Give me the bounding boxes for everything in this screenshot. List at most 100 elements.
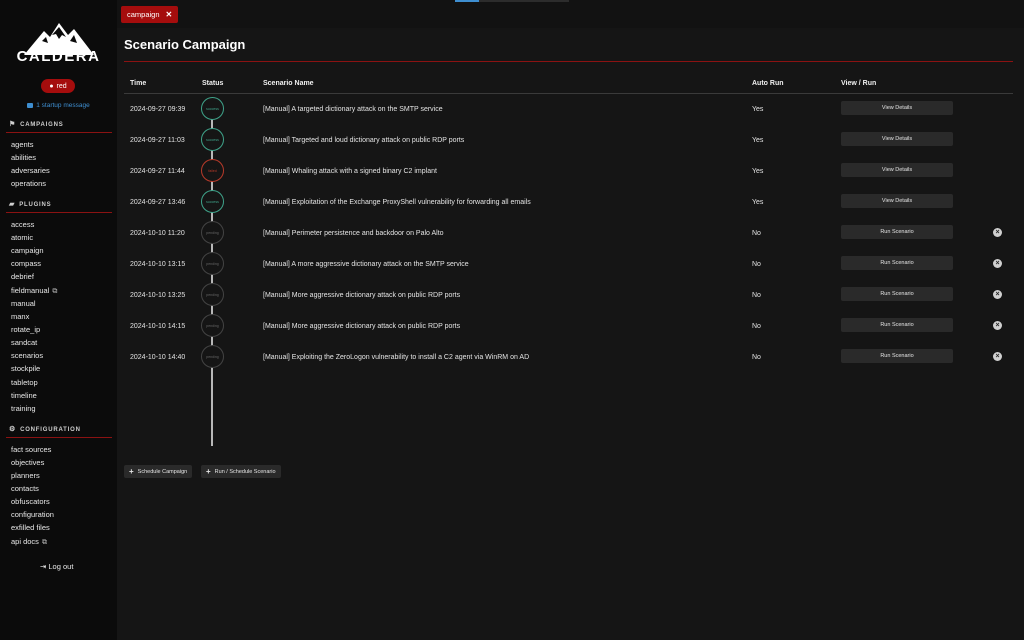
campaigns-header-label: CAMPAIGNS <box>20 122 64 128</box>
sidebar-item-adversaries[interactable]: adversaries <box>11 165 50 177</box>
row-time: 2024-10-10 14:40 <box>130 354 186 361</box>
tab-campaign[interactable]: campaign ✕ <box>121 6 179 23</box>
table-row: 2024-10-10 11:20 pending [Manual] Perimete… <box>124 218 1013 249</box>
status-indicator: failed <box>201 159 224 182</box>
startup-message-link[interactable]: 1 startup message <box>0 102 117 109</box>
sidebar-item-scenarios[interactable]: scenarios <box>11 350 43 362</box>
row-scenario-name: [Manual] Whaling attack with a signed bi… <box>263 168 437 175</box>
delete-icon[interactable]: × <box>993 321 1002 330</box>
row-auto-run: Yes <box>752 137 764 144</box>
row-time: 2024-10-10 14:15 <box>130 323 186 330</box>
row-time: 2024-09-27 09:39 <box>130 106 186 113</box>
close-icon[interactable]: ✕ <box>166 10 173 19</box>
sidebar-item-compass[interactable]: compass <box>11 258 41 270</box>
sidebar: CALDERA ● red 1 startup message ⚑ CAMPAIG… <box>0 0 117 640</box>
sidebar-item-abilities[interactable]: abilities <box>11 152 36 164</box>
plugins-section-header: ▰ PLUGINS <box>9 200 51 208</box>
user-badge[interactable]: ● red <box>41 79 75 93</box>
sidebar-item-campaign[interactable]: campaign <box>11 245 44 257</box>
run-scenario-button[interactable]: Run Scenario <box>841 287 953 301</box>
sidebar-item-timeline[interactable]: timeline <box>11 390 37 402</box>
sidebar-item-access[interactable]: access <box>11 219 34 231</box>
sidebar-item-manx[interactable]: manx <box>11 311 29 323</box>
page-title: Scenario Campaign <box>124 37 246 52</box>
sidebar-item-obfuscators[interactable]: obfuscators <box>11 496 50 508</box>
table-row: 2024-10-10 13:15 pending [Manual] A more a… <box>124 249 1013 280</box>
sidebar-item-contacts[interactable]: contacts <box>11 483 39 495</box>
campaigns-section-header: ⚑ CAMPAIGNS <box>9 120 64 128</box>
logout-button[interactable]: ⇥ Log out <box>40 562 73 571</box>
schedule-campaign-label: Schedule Campaign <box>137 468 188 475</box>
sidebar-item-configuration[interactable]: configuration <box>11 509 54 521</box>
external-link-icon: ⧉ <box>41 539 47 546</box>
run-scenario-button[interactable]: Run Scenario <box>841 318 953 332</box>
sidebar-item-agents[interactable]: agents <box>11 139 34 151</box>
row-scenario-name: [Manual] Perimeter persistence and backd… <box>263 230 444 237</box>
plus-icon: + <box>206 467 211 476</box>
table-row: 2024-09-27 11:03 success [Manual] Targeted… <box>124 125 1013 156</box>
row-time: 2024-09-27 11:03 <box>130 137 185 144</box>
sidebar-item-api-docs[interactable]: api docs ⧉ <box>11 536 47 548</box>
run-scenario-button[interactable]: Run Scenario <box>841 225 953 239</box>
row-auto-run: Yes <box>752 168 764 175</box>
column-header-scenario: Scenario Name <box>263 80 314 87</box>
view-details-button[interactable]: View Details <box>841 101 953 115</box>
run-scenario-button[interactable]: Run Scenario <box>841 256 953 270</box>
column-header-view-run: View / Run <box>841 80 877 87</box>
view-details-button[interactable]: View Details <box>841 132 953 146</box>
gear-icon: ⚙ <box>9 426 17 433</box>
status-indicator: pending <box>201 252 224 275</box>
table-row: 2024-10-10 13:25 pending [Manual] More agg… <box>124 280 1013 311</box>
logout-label: Log out <box>48 562 74 571</box>
external-link-icon: ⧉ <box>52 288 58 295</box>
top-scroll-indicator <box>455 0 569 2</box>
plugins-header-label: PLUGINS <box>19 202 52 208</box>
run-schedule-scenario-button[interactable]: + Run / Schedule Scenario <box>201 465 281 478</box>
sidebar-item-planners[interactable]: planners <box>11 470 40 482</box>
sidebar-item-operations[interactable]: operations <box>11 178 46 190</box>
configuration-section-header: ⚙ CONFIGURATION <box>9 425 81 433</box>
table-row: 2024-10-10 14:15 pending [Manual] More agg… <box>124 311 1013 342</box>
sidebar-item-tabletop[interactable]: tabletop <box>11 377 38 389</box>
flag-icon: ⚑ <box>9 121 17 128</box>
sidebar-item-fact-sources[interactable]: fact sources <box>11 444 51 456</box>
view-details-button[interactable]: View Details <box>841 194 953 208</box>
row-scenario-name: [Manual] Exploitation of the Exchange Pr… <box>263 199 531 206</box>
view-details-button[interactable]: View Details <box>841 163 953 177</box>
delete-icon[interactable]: × <box>993 290 1002 299</box>
status-indicator: success <box>201 190 224 213</box>
sidebar-item-stockpile[interactable]: stockpile <box>11 363 40 375</box>
run-scenario-button[interactable]: Run Scenario <box>841 349 953 363</box>
column-header-time: Time <box>130 80 147 87</box>
logout-icon: ⇥ <box>40 562 47 571</box>
sidebar-item-objectives[interactable]: objectives <box>11 457 44 469</box>
delete-icon[interactable]: × <box>993 228 1002 237</box>
sidebar-item-rotate-ip[interactable]: rotate_ip <box>11 324 40 336</box>
row-scenario-name: [Manual] Targeted and loud dictionary at… <box>263 137 465 144</box>
row-auto-run: No <box>752 354 761 361</box>
row-auto-run: Yes <box>752 199 764 206</box>
column-header-status: Status <box>202 80 224 87</box>
row-scenario-name: [Manual] A targeted dictionary attack on… <box>263 106 443 113</box>
configuration-header-label: CONFIGURATION <box>20 427 81 433</box>
user-icon: ● <box>49 82 54 90</box>
api-docs-label: api docs <box>11 537 39 546</box>
status-indicator: pending <box>201 314 224 337</box>
sidebar-item-sandcat[interactable]: sandcat <box>11 337 37 349</box>
sidebar-item-fieldmanual[interactable]: fieldmanual ⧉ <box>11 285 57 297</box>
row-time: 2024-10-10 13:25 <box>130 292 186 299</box>
status-indicator: success <box>201 97 224 120</box>
sidebar-item-atomic[interactable]: atomic <box>11 232 33 244</box>
delete-icon[interactable]: × <box>993 259 1002 268</box>
logo-text: CALDERA <box>16 48 101 65</box>
sidebar-item-manual[interactable]: manual <box>11 298 36 310</box>
status-indicator: pending <box>201 345 224 368</box>
sidebar-item-debrief[interactable]: debrief <box>11 271 34 283</box>
startup-message-text: 1 startup message <box>36 102 90 109</box>
row-auto-run: No <box>752 323 761 330</box>
plus-icon: + <box>129 467 134 476</box>
sidebar-item-training[interactable]: training <box>11 403 36 415</box>
schedule-campaign-button[interactable]: + Schedule Campaign <box>124 465 193 478</box>
delete-icon[interactable]: × <box>993 352 1002 361</box>
sidebar-item-exfilled-files[interactable]: exfilled files <box>11 522 50 534</box>
